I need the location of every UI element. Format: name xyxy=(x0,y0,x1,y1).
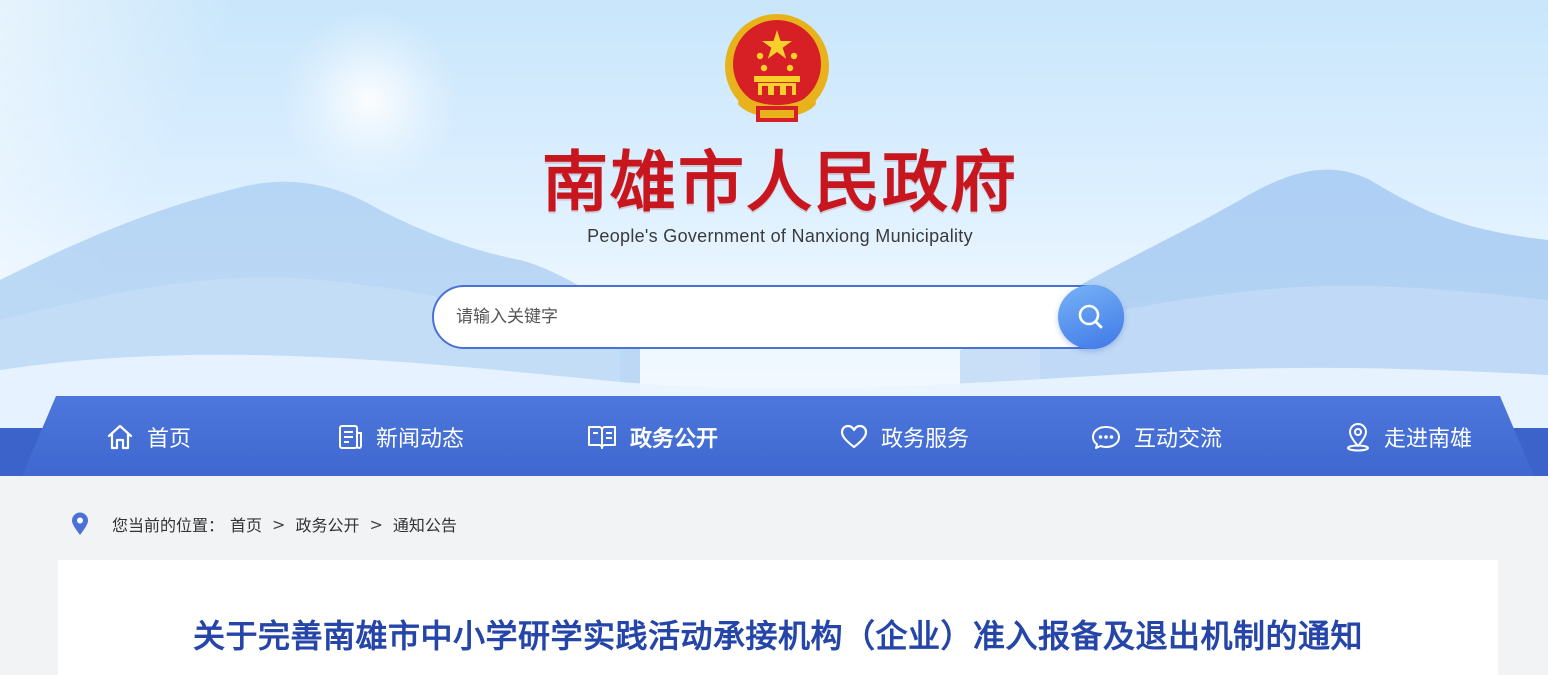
breadcrumb-separator: > xyxy=(369,514,383,534)
news-icon xyxy=(338,425,362,449)
breadcrumb-link-home[interactable]: 首页 xyxy=(230,512,262,536)
national-emblem-icon xyxy=(725,14,829,122)
home-icon xyxy=(107,424,133,450)
nav-item-label: 新闻动态 xyxy=(375,427,464,452)
heart-icon xyxy=(840,424,868,449)
site-title-en: People's Government of Nanxiong Municipa… xyxy=(587,226,973,246)
location-pin-icon xyxy=(72,512,88,535)
search-input[interactable] xyxy=(456,299,1036,335)
article-title: 关于完善南雄市中小学研学实践活动承接机构（企业）准入报备及退出机制的通知 xyxy=(192,617,1363,655)
chat-icon xyxy=(1091,426,1120,449)
site-title-cn: 南雄市人民政府 xyxy=(542,143,1018,221)
breadcrumb-separator: > xyxy=(272,514,286,534)
nav-item-gov-affairs[interactable]: 政务公开 xyxy=(526,396,778,476)
nav-item-label: 政务公开 xyxy=(629,427,718,452)
nav-item-about-nanxiong[interactable]: 走进南雄 xyxy=(1282,396,1534,476)
nav-item-label: 走进南雄 xyxy=(1383,427,1472,452)
nav-item-interaction[interactable]: 互动交流 xyxy=(1030,396,1282,476)
search-bar xyxy=(432,285,1124,349)
book-icon xyxy=(587,426,616,449)
breadcrumb-link-gov-affairs[interactable]: 政务公开 xyxy=(295,512,359,536)
nav-item-gov-services[interactable]: 政务服务 xyxy=(778,396,1030,476)
nav-item-home[interactable]: 首页 xyxy=(22,396,274,476)
breadcrumb: 您当前的位置： 首页 > 政务公开 > 通知公告 xyxy=(70,510,457,538)
breadcrumb-prefix: 您当前的位置： xyxy=(112,516,225,535)
breadcrumb-link-notices[interactable]: 通知公告 xyxy=(393,512,457,536)
location-icon xyxy=(1346,423,1369,452)
article-panel: 关于完善南雄市中小学研学实践活动承接机构（企业）准入报备及退出机制的通知 xyxy=(58,560,1498,675)
search-button[interactable] xyxy=(1058,285,1124,349)
national-emblem xyxy=(722,10,832,128)
search-icon xyxy=(1078,304,1103,329)
nav-item-label: 政务服务 xyxy=(880,427,969,452)
nav-item-label: 首页 xyxy=(146,427,191,452)
nav-item-label: 互动交流 xyxy=(1133,427,1222,452)
main-nav: 首页 新闻动态 政务公开 政务服务 互动交流 走进南雄 xyxy=(22,396,1534,476)
nav-item-news[interactable]: 新闻动态 xyxy=(274,396,526,476)
